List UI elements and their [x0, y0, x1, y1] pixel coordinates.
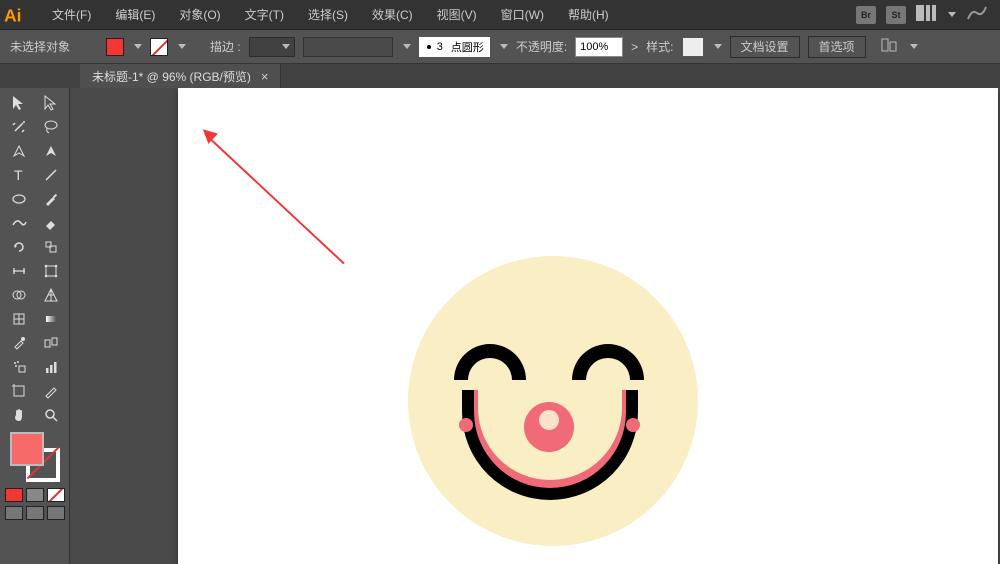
stroke-weight-input[interactable] — [249, 37, 295, 57]
chevron-down-icon[interactable] — [178, 44, 186, 49]
brush-size: 3 — [437, 41, 443, 53]
options-bar: 未选择对象 描边 : 3 点圆形 不透明度: 100% > 样式: 文档设置 首… — [0, 30, 1000, 64]
arrange-docs-icon[interactable] — [916, 5, 936, 24]
color-swatch-gradient[interactable] — [26, 488, 44, 502]
gpu-icon[interactable] — [966, 5, 988, 24]
stroke-profile-dropdown[interactable] — [303, 37, 393, 57]
gradient-tool[interactable] — [36, 308, 66, 330]
no-selection-label: 未选择对象 — [10, 38, 70, 55]
ellipse-tool[interactable] — [4, 188, 34, 210]
menu-view[interactable]: 视图(V) — [427, 2, 487, 27]
fill-swatch[interactable] — [106, 38, 124, 56]
curvature-tool[interactable] — [36, 140, 66, 162]
line-tool[interactable] — [36, 164, 66, 186]
app-logo: Ai — [2, 4, 28, 26]
perspective-grid-tool[interactable] — [36, 284, 66, 306]
brush-definition-dropdown[interactable]: 3 点圆形 — [419, 37, 490, 57]
style-label: 样式: — [646, 38, 673, 55]
artboard-tool[interactable] — [4, 380, 34, 402]
menu-file[interactable]: 文件(F) — [42, 2, 101, 27]
stroke-label: 描边 : — [210, 38, 241, 55]
menu-effect[interactable]: 效果(C) — [362, 2, 423, 27]
bridge-icon[interactable]: Br — [856, 6, 876, 24]
color-swatch-red[interactable] — [5, 488, 23, 502]
free-transform-tool[interactable] — [36, 260, 66, 282]
magic-wand-tool[interactable] — [4, 116, 34, 138]
brush-name: 点圆形 — [451, 39, 484, 55]
type-tool[interactable]: T — [4, 164, 34, 186]
close-icon[interactable]: × — [261, 69, 269, 84]
document-tab-title: 未标题-1* @ 96% (RGB/预览) — [92, 68, 251, 85]
draw-behind-icon[interactable] — [26, 506, 44, 520]
slice-tool[interactable] — [36, 380, 66, 402]
color-swatch-none[interactable] — [47, 488, 65, 502]
svg-text:Ai: Ai — [4, 5, 21, 25]
column-graph-tool[interactable] — [36, 356, 66, 378]
dot-icon — [427, 45, 431, 49]
canvas-area[interactable] — [70, 88, 1000, 564]
fill-stroke-indicator[interactable] — [8, 430, 62, 484]
color-mode-row — [5, 488, 65, 502]
eyedropper-tool[interactable] — [4, 332, 34, 354]
fill-color-box[interactable] — [10, 432, 44, 466]
doc-setup-button[interactable]: 文档设置 — [730, 36, 800, 58]
document-tab-strip: 未标题-1* @ 96% (RGB/预览) × — [0, 64, 1000, 88]
toolbox: T — [0, 88, 70, 564]
chevron-down-icon[interactable] — [134, 44, 142, 49]
artwork-mouth-cap-left — [459, 418, 473, 432]
eraser-tool[interactable] — [36, 212, 66, 234]
draw-normal-icon[interactable] — [5, 506, 23, 520]
stroke-swatch[interactable] — [150, 38, 168, 56]
chevron-down-icon[interactable] — [910, 44, 918, 49]
pen-tool[interactable] — [4, 140, 34, 162]
mesh-tool[interactable] — [4, 308, 34, 330]
selection-tool[interactable] — [4, 92, 34, 114]
opacity-input[interactable]: 100% — [575, 37, 623, 57]
menu-select[interactable]: 选择(S) — [298, 2, 358, 27]
chevron-down-icon[interactable] — [948, 12, 956, 17]
document-tab[interactable]: 未标题-1* @ 96% (RGB/预览) × — [80, 64, 281, 88]
symbol-sprayer-tool[interactable] — [4, 356, 34, 378]
shaper-tool[interactable] — [4, 212, 34, 234]
lasso-tool[interactable] — [36, 116, 66, 138]
menu-window[interactable]: 窗口(W) — [491, 2, 554, 27]
menu-bar: Ai 文件(F) 编辑(E) 对象(O) 文字(T) 选择(S) 效果(C) 视… — [0, 0, 1000, 30]
opacity-value: 100% — [580, 41, 608, 53]
menu-object[interactable]: 对象(O) — [169, 2, 230, 27]
menu-edit[interactable]: 编辑(E) — [105, 2, 165, 27]
preferences-button[interactable]: 首选项 — [808, 36, 866, 58]
blend-tool[interactable] — [36, 332, 66, 354]
shape-builder-tool[interactable] — [4, 284, 34, 306]
menu-help[interactable]: 帮助(H) — [558, 2, 619, 27]
chevron-down-icon — [282, 44, 290, 49]
stock-icon[interactable]: St — [886, 6, 906, 24]
chevron-down-icon[interactable] — [714, 44, 722, 49]
scale-tool[interactable] — [36, 236, 66, 258]
chevron-down-icon[interactable] — [500, 44, 508, 49]
paintbrush-tool[interactable] — [36, 188, 66, 210]
rotate-tool[interactable] — [4, 236, 34, 258]
screen-mode-row — [5, 506, 65, 520]
artwork-nose-inner — [539, 410, 559, 430]
svg-text:T: T — [14, 167, 23, 183]
direct-selection-tool[interactable] — [36, 92, 66, 114]
menu-type[interactable]: 文字(T) — [235, 2, 294, 27]
align-dropdown[interactable] — [880, 37, 900, 56]
menu-right-widgets: Br St — [856, 5, 998, 24]
graphic-style-dropdown[interactable] — [682, 37, 704, 57]
chevron-down-icon[interactable] — [403, 44, 411, 49]
opacity-label: 不透明度: — [516, 38, 567, 55]
artwork-mouth-cap-right — [626, 418, 640, 432]
draw-inside-icon[interactable] — [47, 506, 65, 520]
hand-tool[interactable] — [4, 404, 34, 426]
width-tool[interactable] — [4, 260, 34, 282]
zoom-tool[interactable] — [36, 404, 66, 426]
